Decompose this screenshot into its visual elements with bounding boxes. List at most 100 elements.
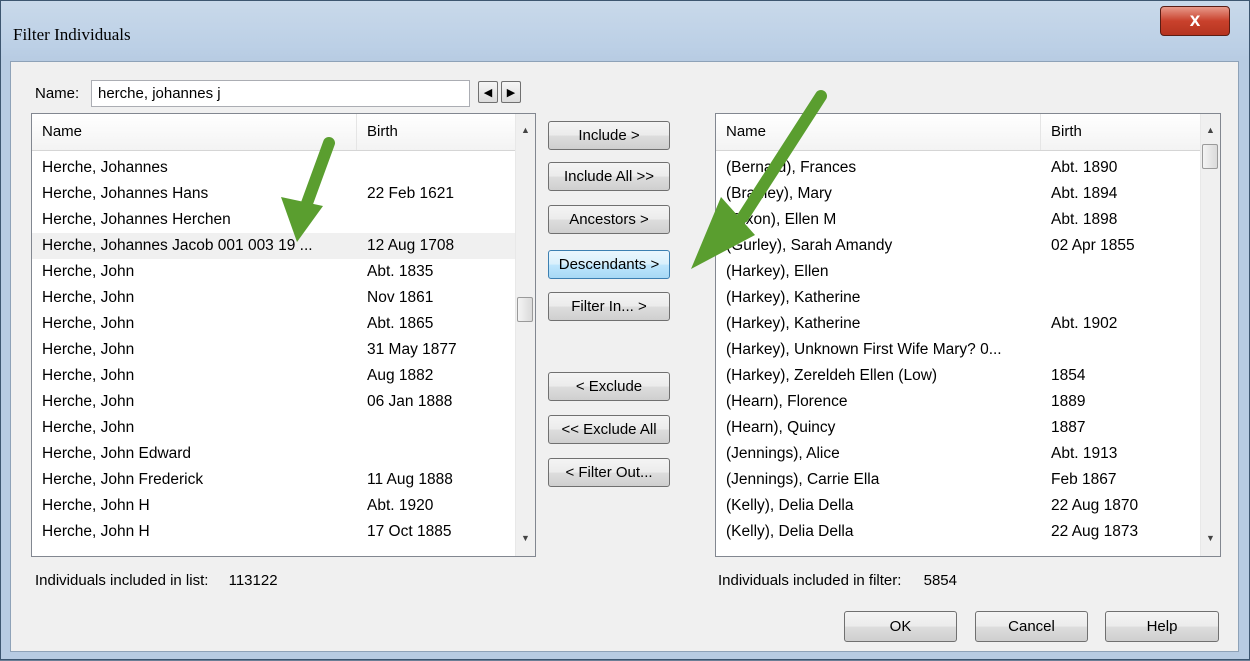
list-row[interactable]: (Kelly), Delia Della 22 Aug 1870 xyxy=(716,493,1200,519)
include-button[interactable]: Include > xyxy=(548,121,670,150)
row-name: (Harkey), Katherine xyxy=(726,289,861,306)
row-name: (Hearn), Quincy xyxy=(726,419,836,436)
row-birth: 11 Aug 1888 xyxy=(367,471,453,488)
column-header-name[interactable]: Name xyxy=(32,114,357,150)
name-search-input[interactable] xyxy=(91,80,470,107)
row-name: Herche, Johannes Herchen xyxy=(42,211,231,228)
name-label: Name: xyxy=(35,85,80,102)
filter-count-label: Individuals included in filter: xyxy=(718,572,902,589)
row-birth: Abt. 1835 xyxy=(367,263,434,280)
help-button[interactable]: Help xyxy=(1105,611,1219,642)
list-row[interactable]: (Dixon), Ellen M Abt. 1898 xyxy=(716,207,1200,233)
list-row[interactable]: (Harkey), Katherine xyxy=(716,285,1200,311)
scroll-up-icon[interactable]: ▲ xyxy=(516,120,535,140)
window-title: Filter Individuals xyxy=(13,25,131,44)
list-row[interactable]: (Hearn), Quincy 1887 xyxy=(716,415,1200,441)
list-row[interactable]: Herche, Johannes Jacob 001 003 19 ... 12 … xyxy=(32,233,515,259)
row-birth: Abt. 1890 xyxy=(1051,159,1118,176)
close-button[interactable]: x xyxy=(1160,6,1230,36)
row-name: Herche, John xyxy=(42,341,135,358)
row-name: Herche, Johannes Hans xyxy=(42,185,209,202)
list-row[interactable]: Herche, John Frederick 11 Aug 1888 xyxy=(32,467,515,493)
row-name: Herche, John xyxy=(42,419,135,436)
list-row[interactable]: Herche, Johannes Herchen xyxy=(32,207,515,233)
list-row[interactable]: (Jennings), Carrie Ella Feb 1867 xyxy=(716,467,1200,493)
row-name: Herche, John H xyxy=(42,523,150,540)
list-row[interactable]: (Harkey), Zereldeh Ellen (Low) 1854 xyxy=(716,363,1200,389)
scroll-thumb[interactable] xyxy=(517,297,533,322)
list-header: Name Birth xyxy=(32,114,517,151)
row-name: Herche, John xyxy=(42,367,135,384)
filter-count-value: 5854 xyxy=(923,572,957,589)
row-name: (Harkey), Unknown First Wife Mary? 0... xyxy=(726,341,1002,358)
list-row[interactable]: (Harkey), Katherine Abt. 1902 xyxy=(716,311,1200,337)
column-header-name[interactable]: Name xyxy=(716,114,1041,150)
list-row[interactable]: (Jennings), Alice Abt. 1913 xyxy=(716,441,1200,467)
row-name: Herche, Johannes xyxy=(42,159,168,176)
list-row[interactable]: Herche, Johannes xyxy=(32,155,515,181)
list-row[interactable]: Herche, Johannes Hans 22 Feb 1621 xyxy=(32,181,515,207)
left-arrow-icon: ◀ xyxy=(483,86,493,99)
list-row[interactable]: Herche, John Abt. 1865 xyxy=(32,311,515,337)
list-count-value: 113122 xyxy=(228,572,278,589)
row-birth: 31 May 1877 xyxy=(367,341,457,358)
title-bar[interactable]: Filter Individuals x xyxy=(1,1,1249,57)
list-row[interactable]: Herche, John 31 May 1877 xyxy=(32,337,515,363)
row-name: Herche, John Frederick xyxy=(42,471,204,488)
row-birth: 1887 xyxy=(1051,419,1086,436)
list-count-status: Individuals included in list: 113122 xyxy=(35,572,278,589)
cancel-button[interactable]: Cancel xyxy=(975,611,1088,642)
vertical-scrollbar[interactable]: ▲ ▼ xyxy=(1200,114,1220,556)
ok-button[interactable]: OK xyxy=(844,611,957,642)
row-birth: 1854 xyxy=(1051,367,1086,384)
row-birth: 06 Jan 1888 xyxy=(367,393,453,410)
list-row[interactable]: (Harkey), Ellen xyxy=(716,259,1200,285)
row-birth: Aug 1882 xyxy=(367,367,434,384)
previous-match-button[interactable]: ◀ xyxy=(478,81,498,103)
exclude-button[interactable]: < Exclude xyxy=(548,372,670,401)
filter-out-button[interactable]: < Filter Out... xyxy=(548,458,670,487)
list-row[interactable]: Herche, John xyxy=(32,415,515,441)
scroll-down-icon[interactable]: ▼ xyxy=(1201,528,1220,548)
list-row[interactable]: (Harkey), Unknown First Wife Mary? 0... xyxy=(716,337,1200,363)
row-name: (Gurley), Sarah Amandy xyxy=(726,237,893,254)
row-name: (Harkey), Katherine xyxy=(726,315,861,332)
list-row[interactable]: Herche, John H Abt. 1920 xyxy=(32,493,515,519)
filter-in-button[interactable]: Filter In... > xyxy=(548,292,670,321)
scroll-down-icon[interactable]: ▼ xyxy=(516,528,535,548)
vertical-scrollbar[interactable]: ▲ ▼ xyxy=(515,114,535,556)
row-name: Herche, John xyxy=(42,315,135,332)
include-all-button[interactable]: Include All >> xyxy=(548,162,670,191)
list-row[interactable]: Herche, John Nov 1861 xyxy=(32,285,515,311)
list-row[interactable]: Herche, John Aug 1882 xyxy=(32,363,515,389)
list-row[interactable]: (Hearn), Florence 1889 xyxy=(716,389,1200,415)
row-birth: 22 Aug 1873 xyxy=(1051,523,1139,540)
exclude-all-button[interactable]: << Exclude All xyxy=(548,415,670,444)
list-row[interactable]: Herche, John Edward xyxy=(32,441,515,467)
scroll-up-icon[interactable]: ▲ xyxy=(1201,120,1220,140)
next-match-button[interactable]: ▶ xyxy=(501,81,521,103)
row-name: Herche, John Edward xyxy=(42,445,192,462)
row-birth: 02 Apr 1855 xyxy=(1051,237,1135,254)
list-row[interactable]: Herche, John H 17 Oct 1885 xyxy=(32,519,515,545)
row-name: (Hearn), Florence xyxy=(726,393,848,410)
column-header-birth[interactable]: Birth xyxy=(1041,114,1202,150)
row-birth: 22 Feb 1621 xyxy=(367,185,455,202)
row-birth: Abt. 1913 xyxy=(1051,445,1118,462)
list-row[interactable]: (Kelly), Delia Della 22 Aug 1873 xyxy=(716,519,1200,545)
row-birth: Abt. 1865 xyxy=(367,315,434,332)
scroll-thumb[interactable] xyxy=(1202,144,1218,169)
list-row[interactable]: (Bernard), Frances Abt. 1890 xyxy=(716,155,1200,181)
filtered-individuals-list[interactable]: Name Birth (Bernard), Frances Abt. 1890 (B… xyxy=(715,113,1221,557)
ancestors-button[interactable]: Ancestors > xyxy=(548,205,670,234)
right-arrow-icon: ▶ xyxy=(506,86,516,99)
list-row[interactable]: (Gurley), Sarah Amandy 02 Apr 1855 xyxy=(716,233,1200,259)
all-individuals-list[interactable]: Name Birth Herche, Johannes Herche, Johan… xyxy=(31,113,536,557)
row-birth: Nov 1861 xyxy=(367,289,434,306)
list-row[interactable]: Herche, John 06 Jan 1888 xyxy=(32,389,515,415)
row-birth: 1889 xyxy=(1051,393,1086,410)
descendants-button[interactable]: Descendants > xyxy=(548,250,670,279)
column-header-birth[interactable]: Birth xyxy=(357,114,517,150)
list-row[interactable]: Herche, John Abt. 1835 xyxy=(32,259,515,285)
list-row[interactable]: (Bradley), Mary Abt. 1894 xyxy=(716,181,1200,207)
